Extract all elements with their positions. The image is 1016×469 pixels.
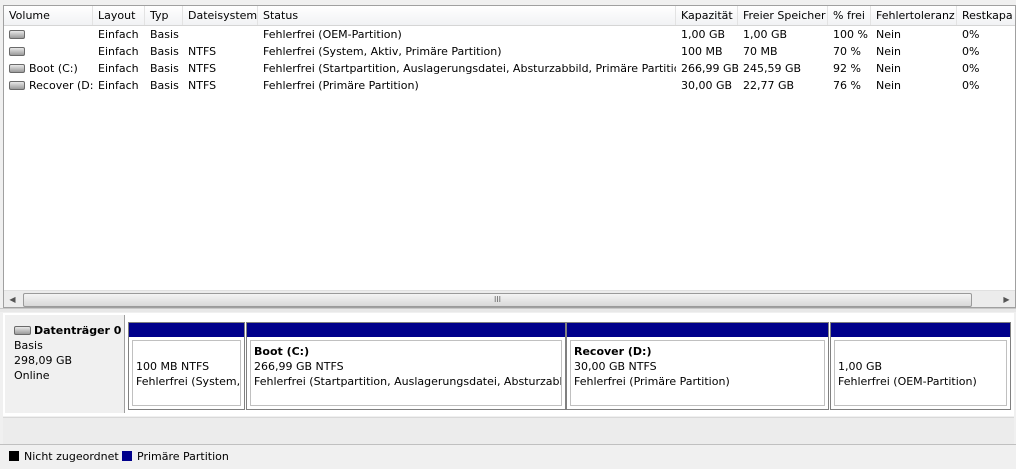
column-header-kapazitaet[interactable]: Kapazität bbox=[676, 6, 738, 25]
drive-icon bbox=[9, 29, 25, 39]
cell-volume bbox=[4, 26, 93, 43]
partition-color-bar bbox=[831, 323, 1010, 337]
cell-typ: Basis bbox=[150, 45, 179, 58]
cell-volume: Recover (D:) bbox=[4, 77, 93, 94]
partition-name bbox=[136, 344, 240, 359]
pane-splitter[interactable] bbox=[0, 308, 1016, 312]
cell-fehlertoleranz: Nein bbox=[876, 79, 902, 92]
legend-item-unallocated: Nicht zugeordnet bbox=[9, 447, 119, 467]
cell-status: Fehlerfrei (Primäre Partition) bbox=[263, 79, 419, 92]
partition-size: 1,00 GB bbox=[838, 360, 883, 373]
cell-layout: Einfach bbox=[98, 28, 139, 41]
cell-restkapazitaet: 0% bbox=[962, 62, 980, 75]
column-header-freier-speicher[interactable]: Freier Speicher bbox=[738, 6, 828, 25]
horizontal-scrollbar[interactable]: ◀ III ▶ bbox=[4, 290, 1015, 307]
partition-recover[interactable]: Recover (D:) 30,00 GB NTFS Fehlerfrei (P… bbox=[566, 322, 829, 410]
cell-typ: Basis bbox=[150, 79, 179, 92]
cell-prozent-frei: 92 % bbox=[833, 62, 861, 75]
column-header-volume[interactable]: Volume bbox=[4, 6, 93, 25]
cell-dateisystem: NTFS bbox=[188, 79, 217, 92]
disk-name: Datenträger 0 bbox=[34, 324, 122, 337]
column-header-prozent-frei[interactable]: % frei bbox=[828, 6, 871, 25]
cell-freier-speicher: 245,59 GB bbox=[743, 62, 802, 75]
disk-size: 298,09 GB bbox=[14, 354, 73, 367]
cell-restkapazitaet: 0% bbox=[962, 45, 980, 58]
table-row[interactable]: Recover (D:) Einfach Basis NTFS Fehlerfr… bbox=[4, 77, 1015, 94]
partition-color-bar bbox=[129, 323, 244, 337]
cell-layout: Einfach bbox=[98, 62, 139, 75]
partition-size: 100 MB NTFS bbox=[136, 360, 210, 373]
legend-swatch-icon bbox=[9, 451, 19, 461]
cell-prozent-frei: 70 % bbox=[833, 45, 861, 58]
list-header: Volume Layout Typ Dateisystem Status Kap… bbox=[4, 6, 1015, 26]
column-header-restkapazitaet[interactable]: Restkapa bbox=[957, 6, 1015, 25]
legend-swatch-icon bbox=[122, 451, 132, 461]
cell-kapazitaet: 266,99 GB bbox=[681, 62, 738, 75]
volume-list[interactable]: Volume Layout Typ Dateisystem Status Kap… bbox=[3, 5, 1016, 308]
disk-state: Online bbox=[14, 369, 50, 382]
partition-status: Fehlerfrei (OEM-Partition) bbox=[838, 375, 977, 388]
column-header-status[interactable]: Status bbox=[258, 6, 676, 25]
cell-status: Fehlerfrei (Startpartition, Auslagerungs… bbox=[263, 62, 676, 75]
cell-dateisystem: NTFS bbox=[188, 62, 217, 75]
scroll-right-icon[interactable]: ▶ bbox=[998, 291, 1015, 307]
empty-disk-area bbox=[3, 417, 1014, 444]
partition-color-bar bbox=[567, 323, 828, 337]
table-row[interactable]: Einfach Basis Fehlerfrei (OEM-Partition)… bbox=[4, 26, 1015, 43]
cell-volume bbox=[4, 43, 93, 60]
partition-system[interactable]: 100 MB NTFS Fehlerfrei (System, Aktiv, P… bbox=[128, 322, 245, 410]
legend-item-primary: Primäre Partition bbox=[122, 447, 229, 467]
cell-fehlertoleranz: Nein bbox=[876, 62, 902, 75]
cell-fehlertoleranz: Nein bbox=[876, 45, 902, 58]
cell-prozent-frei: 100 % bbox=[833, 28, 868, 41]
disk-icon bbox=[14, 325, 31, 335]
cell-prozent-frei: 76 % bbox=[833, 79, 861, 92]
cell-dateisystem bbox=[183, 26, 258, 43]
cell-restkapazitaet: 0% bbox=[962, 79, 980, 92]
scroll-thumb[interactable]: III bbox=[23, 293, 972, 307]
partition-name bbox=[838, 344, 1006, 359]
drive-icon bbox=[9, 80, 25, 90]
cell-freier-speicher: 22,77 GB bbox=[743, 79, 795, 92]
scroll-left-icon[interactable]: ◀ bbox=[4, 291, 21, 307]
partition-status: Fehlerfrei (System, Aktiv, Primäre Parti… bbox=[136, 375, 241, 388]
partition-name: Recover (D:) bbox=[574, 345, 652, 358]
cell-status: Fehlerfrei (OEM-Partition) bbox=[263, 28, 402, 41]
cell-restkapazitaet: 0% bbox=[962, 28, 980, 41]
cell-kapazitaet: 1,00 GB bbox=[681, 28, 726, 41]
cell-freier-speicher: 1,00 GB bbox=[743, 28, 788, 41]
drive-icon bbox=[9, 46, 25, 56]
table-row[interactable]: Einfach Basis NTFS Fehlerfrei (System, A… bbox=[4, 43, 1015, 60]
partition-name: Boot (C:) bbox=[254, 345, 310, 358]
column-header-layout[interactable]: Layout bbox=[93, 6, 145, 25]
legend: Nicht zugeordnet Primäre Partition bbox=[0, 444, 1016, 469]
cell-kapazitaet: 100 MB bbox=[681, 45, 723, 58]
partition-status: Fehlerfrei (Startpartition, Auslagerungs… bbox=[254, 375, 561, 388]
column-header-dateisystem[interactable]: Dateisystem bbox=[183, 6, 258, 25]
disk-panel: Datenträger 0 Basis 298,09 GB Online 100… bbox=[3, 313, 1014, 416]
cell-typ: Basis bbox=[150, 28, 179, 41]
partition-size: 266,99 GB NTFS bbox=[254, 360, 344, 373]
table-row[interactable]: Boot (C:) Einfach Basis NTFS Fehlerfrei … bbox=[4, 60, 1015, 77]
cell-status: Fehlerfrei (System, Aktiv, Primäre Parti… bbox=[263, 45, 502, 58]
column-header-fehlertoleranz[interactable]: Fehlertoleranz bbox=[871, 6, 957, 25]
column-header-typ[interactable]: Typ bbox=[145, 6, 183, 25]
cell-typ: Basis bbox=[150, 62, 179, 75]
cell-fehlertoleranz: Nein bbox=[876, 28, 902, 41]
cell-dateisystem: NTFS bbox=[188, 45, 217, 58]
partition-color-bar bbox=[247, 323, 565, 337]
drive-icon bbox=[9, 63, 25, 73]
cell-layout: Einfach bbox=[98, 79, 139, 92]
disk-type: Basis bbox=[14, 339, 43, 352]
partition-status: Fehlerfrei (Primäre Partition) bbox=[574, 375, 730, 388]
partition-boot[interactable]: Boot (C:) 266,99 GB NTFS Fehlerfrei (Sta… bbox=[246, 322, 566, 410]
partition-size: 30,00 GB NTFS bbox=[574, 360, 657, 373]
partition-oem[interactable]: 1,00 GB Fehlerfrei (OEM-Partition) bbox=[830, 322, 1011, 410]
disk-info[interactable]: Datenträger 0 Basis 298,09 GB Online bbox=[5, 315, 125, 413]
cell-freier-speicher: 70 MB bbox=[743, 45, 778, 58]
cell-kapazitaet: 30,00 GB bbox=[681, 79, 733, 92]
cell-layout: Einfach bbox=[98, 45, 139, 58]
cell-volume: Boot (C:) bbox=[4, 60, 93, 77]
